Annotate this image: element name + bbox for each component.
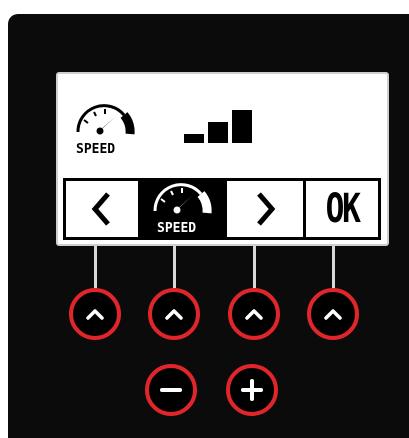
menu-next-cell (227, 181, 306, 237)
remote-control-panel: SPEED SPEED OK (8, 14, 409, 438)
chevron-right-icon (257, 192, 276, 226)
lcd-menu-bar: SPEED OK (63, 178, 381, 240)
speedometer-icon: SPEED (152, 183, 212, 236)
lead-line (332, 246, 335, 288)
status-speed-label: SPEED (76, 142, 115, 157)
signal-bars-icon (184, 108, 264, 148)
signal-bar-2 (208, 122, 228, 143)
menu-ok-cell: OK (306, 181, 378, 237)
softkey-button-4[interactable] (307, 288, 359, 340)
lcd-display: SPEED SPEED OK (56, 72, 389, 246)
minus-button[interactable] (145, 364, 197, 416)
minus-icon (160, 388, 182, 392)
speedometer-icon: SPEED (72, 100, 142, 160)
plus-button[interactable] (226, 364, 278, 416)
ok-label: OK (325, 186, 361, 232)
softkey-button-3[interactable] (228, 288, 280, 340)
menu-speed-label: SPEED (157, 221, 196, 236)
chevron-up-icon (245, 309, 263, 320)
chevron-up-icon (86, 309, 104, 320)
signal-bar-3 (232, 110, 252, 143)
menu-selected-speed: SPEED (141, 181, 227, 237)
signal-bar-1 (184, 134, 204, 143)
softkey-button-1[interactable] (69, 288, 121, 340)
chevron-up-icon (165, 309, 183, 320)
plus-icon (241, 379, 263, 401)
chevron-left-icon (91, 192, 110, 226)
menu-prev-cell (66, 181, 141, 237)
chevron-up-icon (324, 309, 342, 320)
softkey-button-2[interactable] (148, 288, 200, 340)
lead-line (253, 246, 256, 288)
lead-line (173, 246, 176, 288)
lead-line (94, 246, 97, 288)
